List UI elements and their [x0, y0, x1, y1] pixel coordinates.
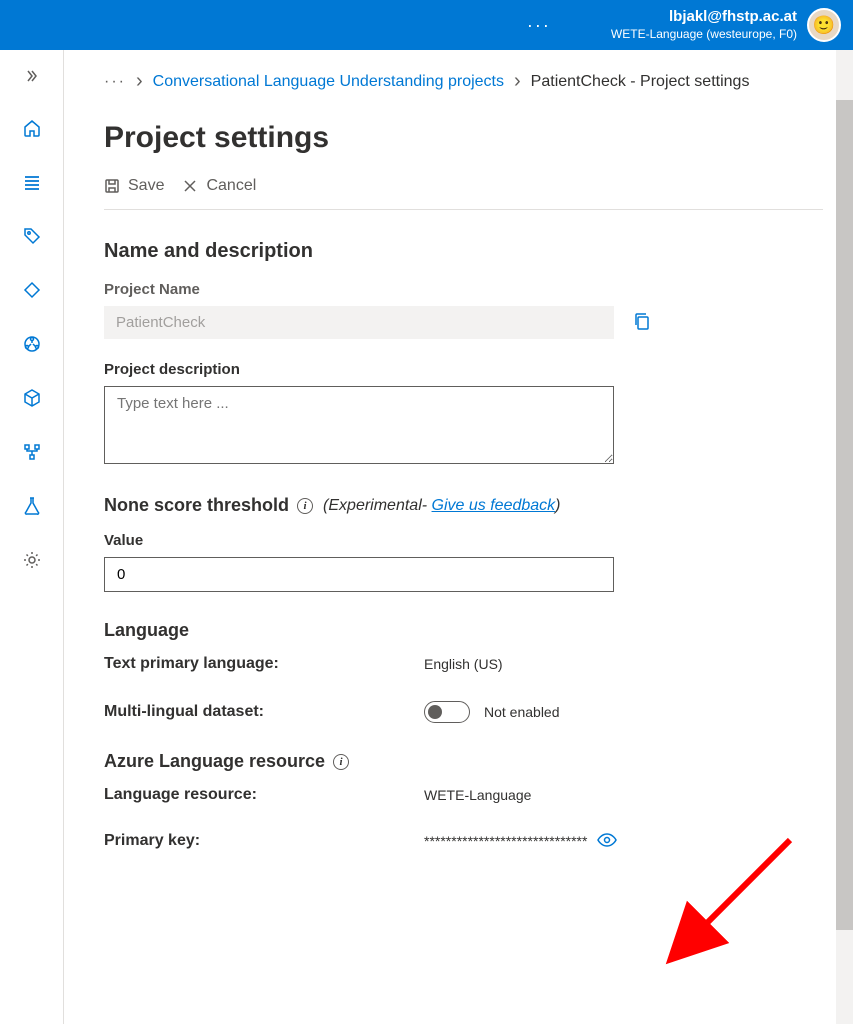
- user-block[interactable]: lbjakl@fhstp.ac.at WETE-Language (westeu…: [611, 7, 841, 42]
- project-name-label: Project Name: [104, 281, 823, 298]
- copy-icon[interactable]: [632, 311, 652, 334]
- experimental-text: (Experimental- Give us feedback): [323, 497, 560, 515]
- breadcrumb-link[interactable]: Conversational Language Understanding pr…: [153, 73, 504, 91]
- topbar-more-icon[interactable]: ···: [527, 15, 551, 36]
- language-heading: Language: [104, 620, 823, 641]
- main-content: ··· Conversational Language Understandin…: [64, 50, 853, 1024]
- sidebar: [0, 50, 64, 1024]
- info-icon[interactable]: i: [333, 754, 349, 770]
- scrollbar-thumb[interactable]: [836, 100, 853, 930]
- cube-icon[interactable]: [22, 388, 42, 408]
- threshold-heading: None score threshold: [104, 495, 289, 516]
- info-icon[interactable]: i: [297, 498, 313, 514]
- text-primary-label: Text primary language:: [104, 655, 424, 673]
- page-title: Project settings: [104, 121, 823, 155]
- resource-heading: Azure Language resource: [104, 751, 325, 772]
- section-language: Language Text primary language: English …: [104, 620, 823, 723]
- chevron-right-icon: [514, 70, 521, 93]
- project-desc-label: Project description: [104, 361, 823, 378]
- save-icon: [104, 178, 120, 194]
- primary-key-label: Primary key:: [104, 832, 424, 850]
- cancel-label: Cancel: [206, 177, 256, 195]
- chevron-right-icon: [136, 70, 143, 93]
- list-icon[interactable]: [22, 172, 42, 192]
- language-resource-value: WETE-Language: [424, 787, 823, 803]
- label-icon[interactable]: [22, 226, 42, 246]
- toolbar: Save Cancel: [104, 177, 823, 210]
- project-name-field: PatientCheck: [104, 306, 614, 339]
- section-resource: Azure Language resource i Language resou…: [104, 751, 823, 850]
- language-resource-label: Language resource:: [104, 786, 424, 804]
- feedback-link[interactable]: Give us feedback: [432, 497, 556, 514]
- home-icon[interactable]: [22, 118, 42, 138]
- breadcrumb: ··· Conversational Language Understandin…: [104, 70, 823, 93]
- scrollbar-track[interactable]: [836, 50, 853, 1024]
- section-heading: Name and description: [104, 240, 823, 263]
- deploy-icon[interactable]: [22, 442, 42, 462]
- save-button[interactable]: Save: [104, 177, 164, 195]
- eye-icon[interactable]: [597, 833, 617, 850]
- avatar[interactable]: 🙂: [807, 8, 841, 42]
- threshold-value-input[interactable]: [104, 557, 614, 592]
- text-primary-value: English (US): [424, 656, 823, 672]
- value-label: Value: [104, 532, 823, 549]
- section-threshold: None score threshold i (Experimental- Gi…: [104, 495, 823, 592]
- cancel-button[interactable]: Cancel: [182, 177, 256, 195]
- save-label: Save: [128, 177, 164, 195]
- gear-icon[interactable]: [22, 550, 42, 570]
- breadcrumb-more-icon[interactable]: ···: [104, 73, 126, 91]
- top-bar: ··· lbjakl@fhstp.ac.at WETE-Language (we…: [0, 0, 853, 50]
- user-email: lbjakl@fhstp.ac.at: [611, 7, 797, 27]
- multi-lingual-toggle[interactable]: [424, 701, 470, 723]
- expand-sidebar-icon[interactable]: [24, 68, 40, 84]
- breadcrumb-current: PatientCheck - Project settings: [531, 73, 750, 91]
- project-description-input[interactable]: [104, 386, 614, 464]
- network-icon[interactable]: [22, 334, 42, 354]
- user-tenant: WETE-Language (westeurope, F0): [611, 27, 797, 43]
- primary-key-value: ******************************: [424, 833, 587, 849]
- multi-lingual-label: Multi-lingual dataset:: [104, 703, 424, 721]
- flask-icon[interactable]: [22, 496, 42, 516]
- section-name-description: Name and description Project Name Patien…: [104, 240, 823, 467]
- close-icon: [182, 178, 198, 194]
- multi-lingual-value: Not enabled: [484, 704, 560, 720]
- tag-icon[interactable]: [22, 280, 42, 300]
